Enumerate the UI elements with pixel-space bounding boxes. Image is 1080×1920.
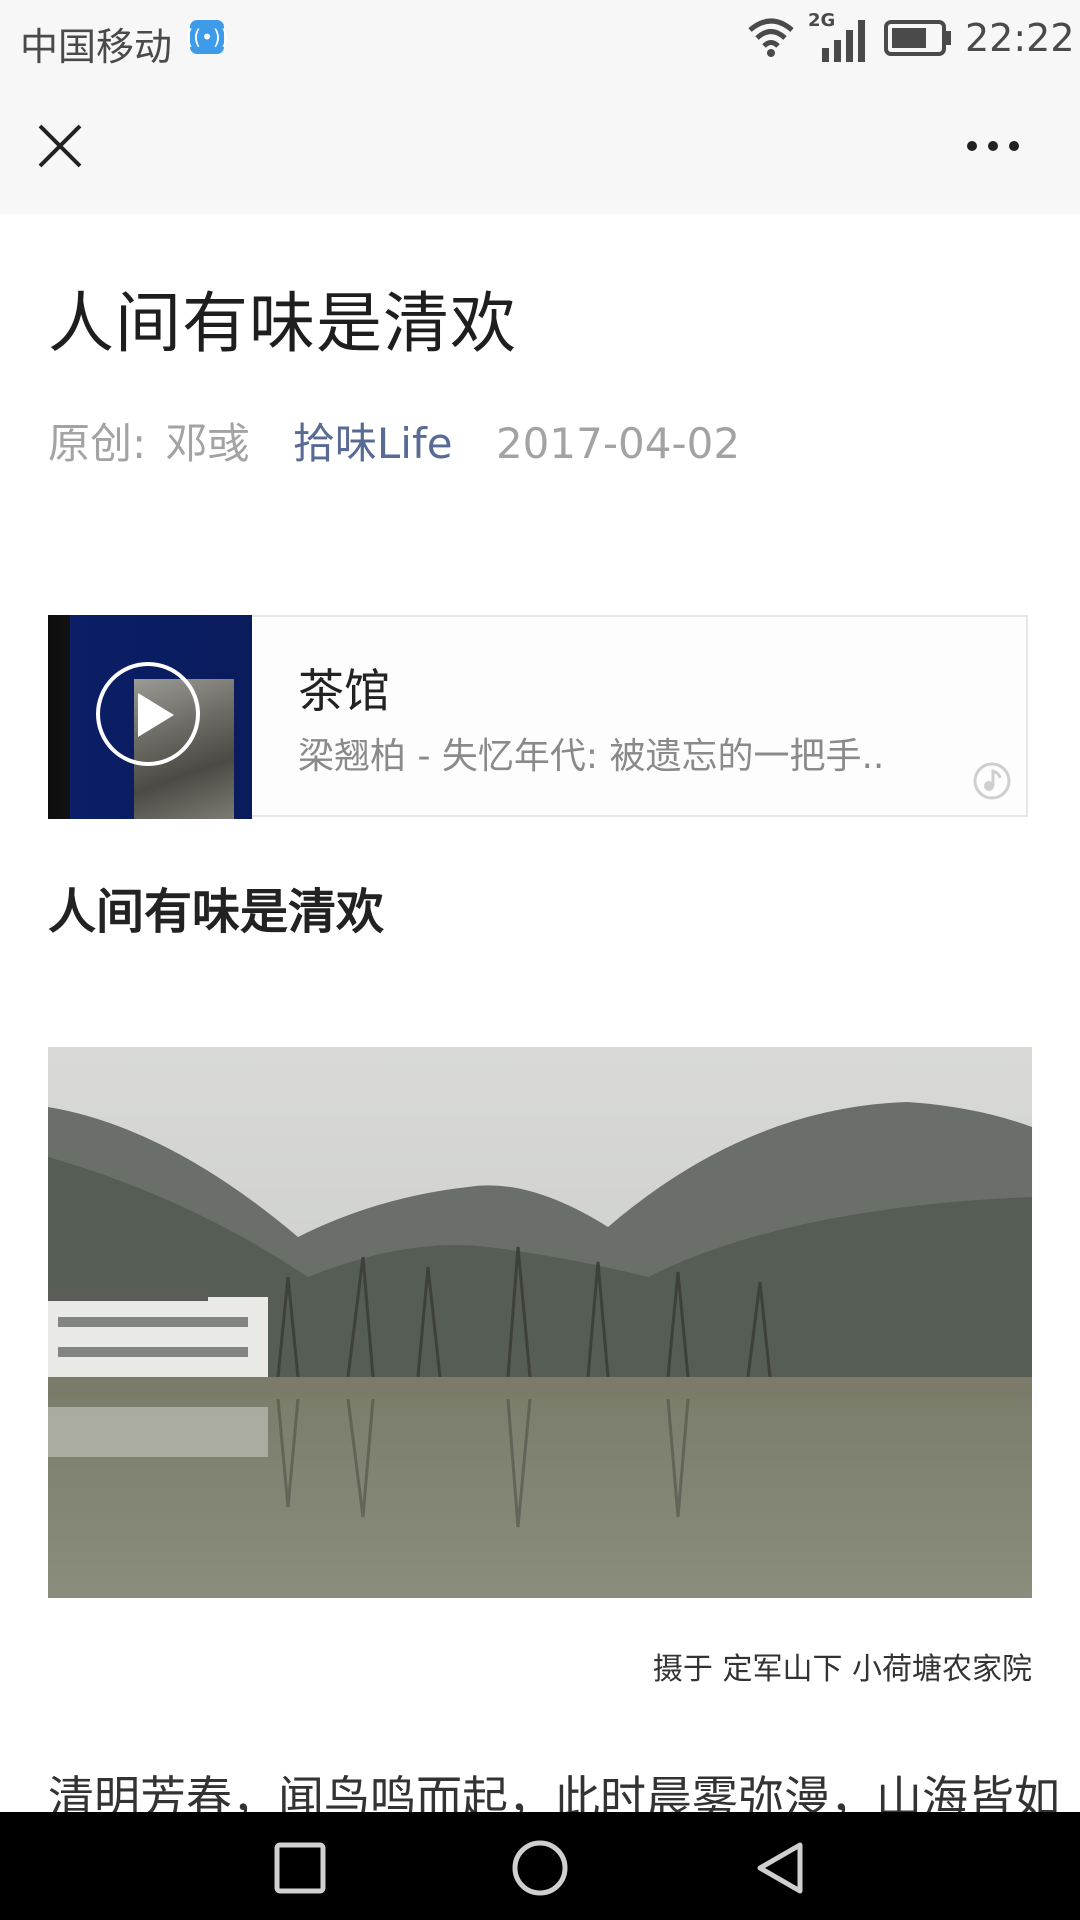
landscape-photo [48, 1047, 1032, 1598]
account-link[interactable]: 拾味Life [293, 419, 453, 468]
photo-caption: 摄于 定军山下 小荷塘农家院 [652, 1652, 1032, 1687]
publish-date: 2017-04-02 [495, 419, 741, 468]
landscape-illustration [48, 1047, 1032, 1598]
song-title: 茶馆 [298, 664, 390, 718]
clock: 22:22 [965, 16, 1075, 60]
status-bar: 中国移动 ((•)) 2G 22:22 [0, 0, 1080, 76]
qq-music-icon [973, 762, 1011, 800]
original-label: 原创: [48, 419, 147, 468]
close-icon[interactable] [30, 116, 90, 176]
wifi-icon [748, 18, 794, 57]
music-card[interactable]: 茶馆 梁翘柏 - 失忆年代: 被遗忘的一把手.. [48, 615, 1028, 819]
hotspot-icon: ((•)) [186, 20, 229, 54]
section-heading: 人间有味是清欢 [48, 884, 385, 940]
back-icon[interactable] [752, 1840, 808, 1896]
recent-apps-icon[interactable] [272, 1840, 328, 1896]
carrier-name: 中国移动 [20, 25, 173, 69]
article-meta: 原创: 邓彧 拾味Life 2017-04-02 [48, 410, 740, 471]
navigation-bar [0, 76, 1080, 214]
play-icon[interactable] [96, 662, 200, 766]
system-navigation-bar [0, 1812, 1080, 1920]
battery-icon [884, 20, 951, 56]
song-artist: 梁翘柏 - 失忆年代: 被遗忘的一把手.. [298, 736, 885, 777]
signal-icon: 2G [806, 10, 868, 66]
album-cover [48, 615, 252, 819]
article-title: 人间有味是清欢 [48, 285, 517, 362]
home-icon[interactable] [509, 1840, 571, 1896]
author-name: 邓彧 [165, 419, 250, 468]
more-icon[interactable] [958, 116, 1028, 176]
